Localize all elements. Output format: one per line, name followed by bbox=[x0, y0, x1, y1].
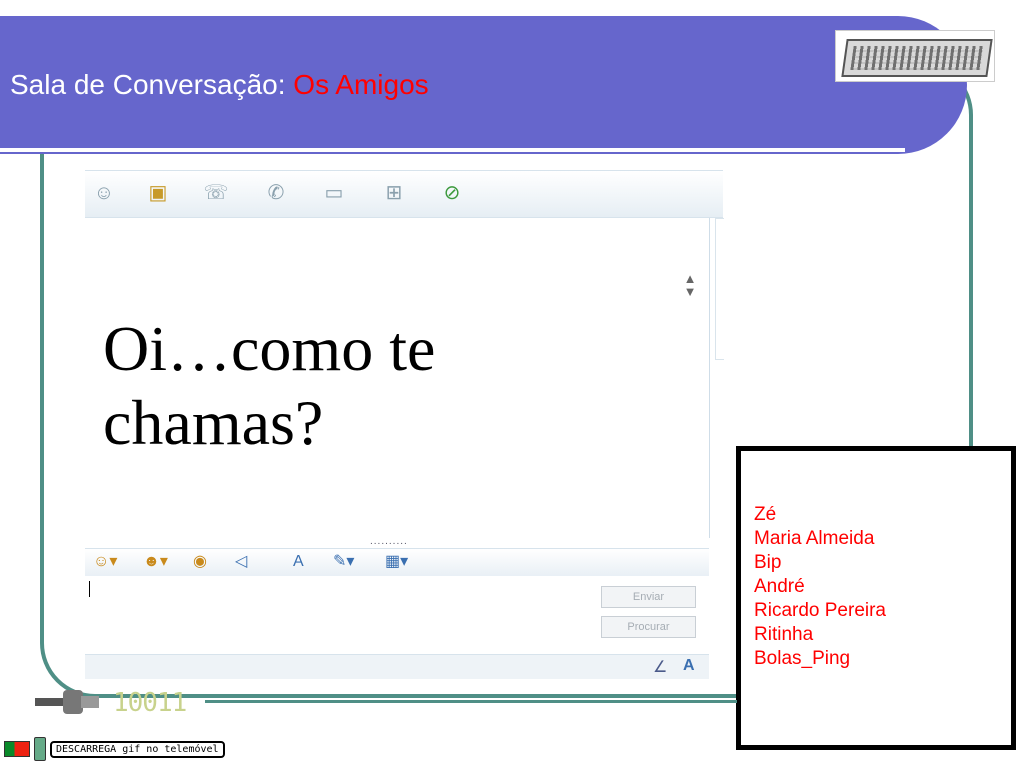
chat-toolbar: ☺ ▣ ☏ ✆ ▭ ⊞ ⊘ bbox=[85, 170, 723, 218]
footer-line bbox=[205, 700, 737, 703]
message-history: ▲ ▼ Oi…como te chamas? bbox=[85, 218, 710, 538]
text-cursor bbox=[89, 581, 90, 597]
title-highlight: Os Amigos bbox=[293, 69, 429, 100]
side-pane bbox=[715, 218, 724, 360]
phone-icon[interactable]: ✆ bbox=[261, 179, 291, 207]
call-icon[interactable]: ☏ bbox=[201, 179, 231, 207]
emoticon-icon[interactable]: ☺▾ bbox=[93, 552, 117, 572]
portugal-flag-icon bbox=[4, 741, 30, 757]
wink-icon[interactable]: ☻▾ bbox=[143, 552, 168, 572]
user-item[interactable]: André bbox=[754, 575, 886, 599]
send-button[interactable]: Enviar bbox=[601, 586, 696, 608]
user-item[interactable]: Maria Almeida bbox=[754, 527, 886, 551]
user-item[interactable]: Ricardo Pereira bbox=[754, 599, 886, 623]
badge-text: DESCARREGA gif no telemóvel bbox=[50, 740, 225, 758]
search-button[interactable]: Procurar bbox=[601, 616, 696, 638]
message-input[interactable]: Enviar Procurar bbox=[85, 576, 709, 654]
title-prefix: Sala de Conversação: bbox=[10, 69, 286, 100]
background-icon[interactable]: ✎▾ bbox=[333, 552, 354, 572]
chat-message-line2: chamas? bbox=[103, 387, 324, 458]
nudge-icon[interactable]: ◉ bbox=[193, 552, 207, 572]
user-list-box: Zé Maria Almeida Bip André Ricardo Perei… bbox=[736, 446, 1016, 750]
header-band: Sala de Conversação: Os Amigos bbox=[0, 16, 967, 154]
scroll-arrows-icon[interactable]: ▲ ▼ bbox=[681, 272, 699, 300]
plug-icon bbox=[35, 690, 99, 714]
chat-message: Oi…como te chamas? bbox=[103, 312, 623, 460]
input-mode-bar: ∠ A bbox=[85, 654, 709, 679]
video-icon[interactable]: ▭ bbox=[319, 179, 349, 207]
page-title: Sala de Conversação: Os Amigos bbox=[10, 69, 429, 101]
resize-handle[interactable]: .......... bbox=[370, 536, 408, 547]
keyboard-body bbox=[841, 39, 993, 77]
font-icon[interactable]: A bbox=[293, 552, 304, 572]
add-contact-icon[interactable]: ☺ bbox=[89, 179, 119, 207]
chat-message-line1: Oi…como te bbox=[103, 313, 436, 384]
user-item[interactable]: Bip bbox=[754, 551, 886, 575]
handwriting-icon[interactable]: ∠ bbox=[653, 657, 667, 677]
user-item[interactable]: Bolas_Ping bbox=[754, 647, 886, 671]
share-files-icon[interactable]: ▣ bbox=[143, 179, 173, 207]
activities-icon[interactable]: ⊞ bbox=[379, 179, 409, 207]
user-item[interactable]: Ritinha bbox=[754, 623, 886, 647]
keyboard-image bbox=[835, 30, 995, 82]
mobile-phone-icon bbox=[34, 737, 46, 761]
user-list: Zé Maria Almeida Bip André Ricardo Perei… bbox=[754, 503, 886, 671]
connector-logo: 10011 bbox=[35, 682, 215, 722]
user-item[interactable]: Zé bbox=[754, 503, 886, 527]
block-icon[interactable]: ⊘ bbox=[437, 179, 467, 207]
voice-clip-icon[interactable]: ◁ bbox=[235, 552, 247, 572]
header-underline bbox=[0, 148, 905, 152]
download-badge[interactable]: DESCARREGA gif no telemóvel bbox=[4, 737, 225, 761]
logo-digits: 10011 bbox=[113, 688, 187, 718]
chat-window: ☺ ▣ ☏ ✆ ▭ ⊞ ⊘ ▲ ▼ Oi…como te chamas? ....… bbox=[85, 170, 724, 682]
theme-icon[interactable]: ▦▾ bbox=[385, 552, 408, 572]
text-mode-icon[interactable]: A bbox=[683, 657, 695, 675]
keyboard-keys bbox=[850, 46, 984, 70]
format-toolbar: ☺▾ ☻▾ ◉ ◁ A ✎▾ ▦▾ bbox=[85, 548, 709, 578]
